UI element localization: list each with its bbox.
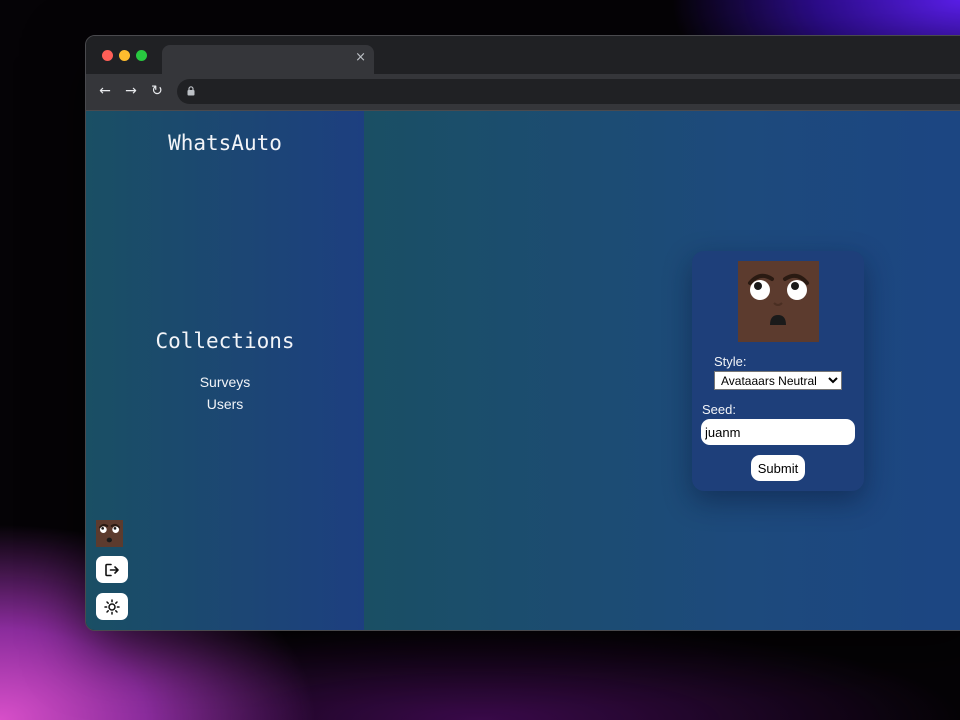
browser-toolbar: ← → ↻ — [86, 74, 960, 110]
style-select[interactable]: Avataaars Neutral — [714, 371, 842, 390]
sidebar: WhatsAuto Collections Surveys Users — [86, 111, 364, 630]
logout-icon — [105, 563, 119, 576]
submit-button[interactable]: Submit — [751, 455, 805, 481]
avatar-settings-card: Style: Avataaars Neutral Seed: Submit — [692, 251, 864, 491]
app-title: WhatsAuto — [168, 131, 282, 155]
seed-label: Seed: — [702, 402, 736, 417]
minimize-window-button[interactable] — [119, 50, 130, 61]
browser-tab[interactable]: × — [162, 45, 374, 74]
forward-arrow-icon[interactable]: → — [122, 82, 140, 100]
maximize-window-button[interactable] — [136, 50, 147, 61]
style-label: Style: — [714, 354, 747, 369]
close-window-button[interactable] — [102, 50, 113, 61]
lock-icon — [187, 86, 195, 96]
address-bar[interactable] — [177, 79, 960, 104]
collections-nav: Surveys Users — [86, 371, 364, 415]
main-content: Style: Avataaars Neutral Seed: Submit — [364, 111, 960, 630]
nav-link-surveys[interactable]: Surveys — [86, 371, 364, 393]
sun-icon — [104, 598, 120, 615]
logout-button[interactable] — [96, 556, 128, 583]
user-avatar-icon[interactable] — [96, 520, 123, 547]
nav-link-users[interactable]: Users — [86, 393, 364, 415]
tab-close-icon[interactable]: × — [355, 50, 366, 65]
page-viewport: WhatsAuto Collections Surveys Users Styl… — [86, 110, 960, 630]
browser-titlebar: × — [86, 36, 960, 74]
avatar-preview — [738, 261, 819, 342]
browser-window: × ← → ↻ WhatsAuto Collections Surveys Us… — [85, 35, 960, 631]
reload-icon[interactable]: ↻ — [148, 82, 166, 100]
seed-input[interactable] — [701, 419, 855, 445]
back-arrow-icon[interactable]: ← — [96, 82, 114, 100]
theme-toggle-button[interactable] — [96, 593, 128, 620]
collections-heading: Collections — [155, 329, 295, 353]
